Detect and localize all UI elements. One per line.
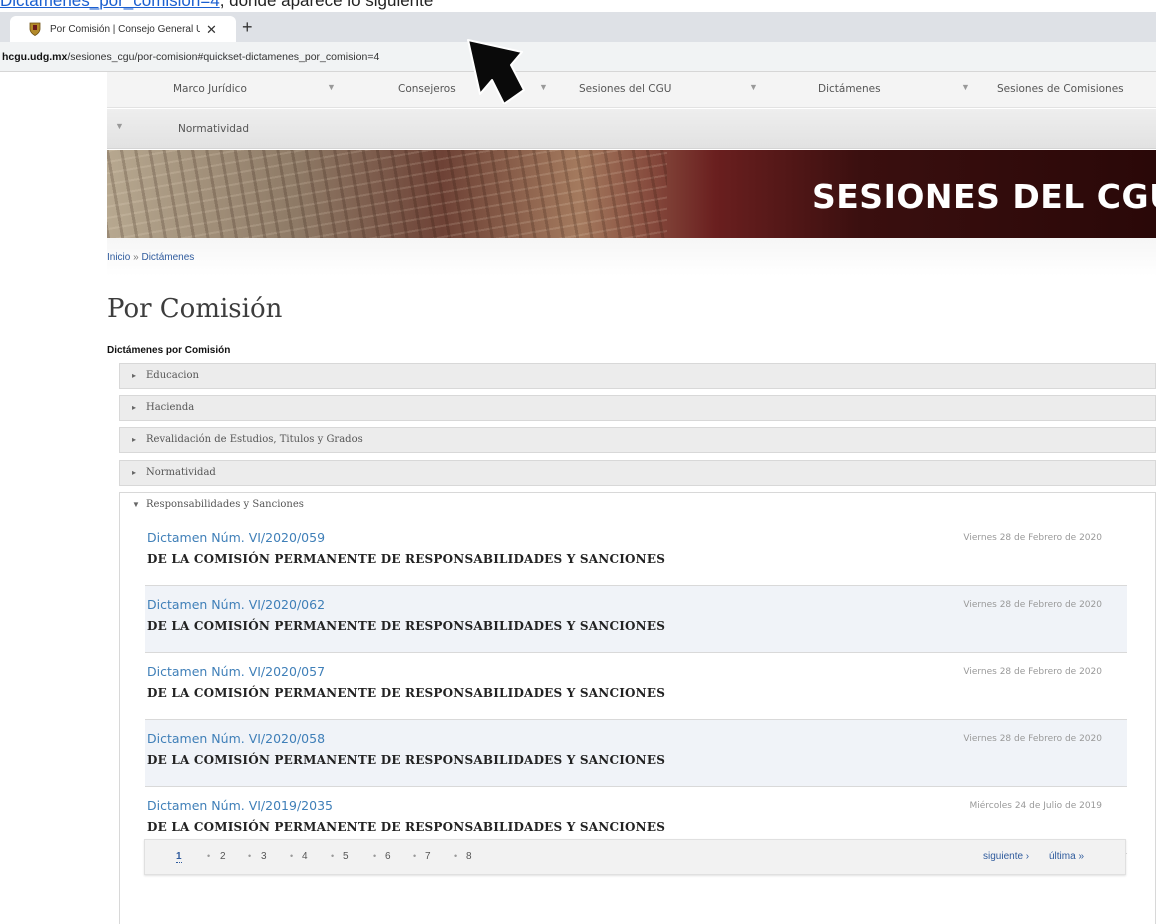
dictamen-link[interactable]: Dictamen Núm. VI/2019/2035: [147, 798, 333, 813]
url-text: hcgu.udg.mx/sesiones_cgu/por-comision#qu…: [2, 51, 379, 63]
section-label: Dictámenes por Comisión: [107, 345, 231, 356]
screenshot-root: Dictamenes_por_comision=4, donde aparece…: [0, 0, 1156, 924]
chevron-down-icon[interactable]: ▼: [115, 121, 124, 131]
tab-close-icon[interactable]: ✕: [206, 23, 217, 36]
browser-tab-bar: Por Comisión | Consejo General U ✕ +: [0, 12, 1156, 42]
banner-collage-image: [107, 150, 667, 238]
udg-shield-icon: [28, 22, 42, 36]
dictamen-subtitle: DE LA COMISIÓN PERMANENTE DE RESPONSABIL…: [147, 820, 666, 834]
chevron-down-icon[interactable]: ▼: [749, 82, 758, 92]
url-host: hcgu.udg.mx: [2, 51, 68, 63]
document-text-strip: Dictamenes_por_comision=4, donde aparece…: [0, 0, 1156, 12]
page-link-1[interactable]: 1: [176, 851, 182, 863]
accordion-item-hacienda[interactable]: ▸ Hacienda: [119, 395, 1156, 421]
accordion-label: Normatividad: [146, 467, 216, 478]
breadcrumb: Inicio » Dictámenes: [107, 238, 1156, 276]
accordion-item-responsabilidades[interactable]: ▼ Responsabilidades y Sanciones: [119, 492, 1156, 520]
pager-bullet: •: [413, 851, 417, 861]
chevron-down-icon[interactable]: ▼: [327, 82, 336, 92]
accordion-label: Educacion: [146, 370, 199, 381]
caret-right-icon: ▸: [132, 371, 137, 380]
nav-item-marco-juridico[interactable]: Marco Jurídico: [173, 83, 247, 95]
document-link[interactable]: Dictamenes_por_comision=4: [0, 0, 220, 10]
chevron-down-icon[interactable]: ▼: [961, 82, 970, 92]
secondary-nav: ▼ Normatividad: [107, 109, 1156, 149]
accordion-label: Hacienda: [146, 402, 195, 413]
dictamen-link[interactable]: Dictamen Núm. VI/2020/057: [147, 664, 325, 679]
caret-right-icon: ▸: [132, 468, 137, 477]
dictamen-link[interactable]: Dictamen Núm. VI/2020/062: [147, 597, 325, 612]
caret-right-icon: ▸: [132, 435, 137, 444]
nav-item-sesiones-cgu[interactable]: Sesiones del CGU: [579, 83, 671, 95]
nav-item-sesiones-comisiones[interactable]: Sesiones de Comisiones: [997, 83, 1124, 95]
accordion-item-revalidacion[interactable]: ▸ Revalidación de Estudios, Titulos y Gr…: [119, 427, 1156, 453]
dictamen-date: Miércoles 24 de Julio de 2019: [969, 801, 1102, 811]
dictamen-subtitle: DE LA COMISIÓN PERMANENTE DE RESPONSABIL…: [147, 552, 666, 566]
last-page-link[interactable]: última »: [1049, 851, 1084, 862]
accordion-item-educacion[interactable]: ▸ Educacion: [119, 363, 1156, 389]
pager-bullet: •: [207, 851, 211, 861]
list-item: Dictamen Núm. VI/2020/058 Viernes 28 de …: [145, 720, 1127, 787]
address-bar[interactable]: hcgu.udg.mx/sesiones_cgu/por-comision#qu…: [0, 42, 1156, 72]
breadcrumb-home-link[interactable]: Inicio: [107, 252, 130, 263]
web-page: Marco Jurídico ▼ Consejeros ▼ Sesiones d…: [107, 72, 1156, 924]
black-arrow-icon: [467, 39, 525, 104]
dictamen-subtitle: DE LA COMISIÓN PERMANENTE DE RESPONSABIL…: [147, 753, 666, 767]
dictamen-date: Viernes 28 de Febrero de 2020: [963, 734, 1102, 744]
new-tab-button[interactable]: +: [242, 18, 253, 36]
dictamen-date: Viernes 28 de Febrero de 2020: [963, 667, 1102, 677]
page-link-6[interactable]: 6: [385, 851, 391, 862]
banner-title: SESIONES DEL CGU: [812, 177, 1156, 216]
dictamen-subtitle: DE LA COMISIÓN PERMANENTE DE RESPONSABIL…: [147, 686, 666, 700]
browser-tab[interactable]: Por Comisión | Consejo General U ✕: [10, 16, 236, 42]
list-item: Dictamen Núm. VI/2020/057 Viernes 28 de …: [145, 653, 1127, 720]
url-path: /sesiones_cgu/por-comision#quickset-dict…: [67, 51, 380, 63]
header-banner: SESIONES DEL CGU: [107, 150, 1156, 238]
caret-right-icon: ▸: [132, 403, 137, 412]
breadcrumb-separator: »: [133, 252, 139, 263]
accordion-item-normatividad[interactable]: ▸ Normatividad: [119, 460, 1156, 486]
tab-title: Por Comisión | Consejo General U: [50, 23, 200, 35]
page-link-2[interactable]: 2: [220, 851, 226, 862]
accordion-label: Revalidación de Estudios, Titulos y Grad…: [146, 434, 363, 445]
breadcrumb-dictamenes-link[interactable]: Dictámenes: [141, 252, 194, 263]
list-item: Dictamen Núm. VI/2020/062 Viernes 28 de …: [145, 586, 1127, 653]
pagination: 1 • 2 • 3 • 4 • 5 • 6 • 7 • 8 siguiente …: [144, 839, 1126, 875]
dictamen-date: Viernes 28 de Febrero de 2020: [963, 600, 1102, 610]
pager-bullet: •: [248, 851, 252, 861]
page-title: Por Comisión: [107, 294, 283, 324]
pager-bullet: •: [373, 851, 377, 861]
dictamen-link[interactable]: Dictamen Núm. VI/2020/058: [147, 731, 325, 746]
accordion-label: Responsabilidades y Sanciones: [146, 499, 304, 510]
dictamen-link[interactable]: Dictamen Núm. VI/2020/059: [147, 530, 325, 545]
page-link-7[interactable]: 7: [425, 851, 431, 862]
dictamen-date: Viernes 28 de Febrero de 2020: [963, 533, 1102, 543]
pager-bullet: •: [331, 851, 335, 861]
pager-bullet: •: [454, 851, 458, 861]
nav-item-consejeros[interactable]: Consejeros: [398, 83, 456, 95]
caret-down-icon: ▼: [132, 500, 140, 509]
page-link-5[interactable]: 5: [343, 851, 349, 862]
nav-item-dictamenes[interactable]: Dictámenes: [818, 83, 881, 95]
next-page-link[interactable]: siguiente ›: [983, 851, 1029, 862]
page-link-8[interactable]: 8: [466, 851, 472, 862]
list-item: Dictamen Núm. VI/2020/059 Viernes 28 de …: [145, 519, 1127, 586]
page-link-4[interactable]: 4: [302, 851, 308, 862]
main-nav: Marco Jurídico ▼ Consejeros ▼ Sesiones d…: [107, 72, 1156, 108]
page-link-3[interactable]: 3: [261, 851, 267, 862]
dictamen-subtitle: DE LA COMISIÓN PERMANENTE DE RESPONSABIL…: [147, 619, 666, 633]
document-text: , donde aparece lo siguiente: [219, 0, 434, 10]
nav-item-normatividad[interactable]: Normatividad: [178, 123, 249, 135]
chevron-down-icon[interactable]: ▼: [539, 82, 548, 92]
pager-bullet: •: [290, 851, 294, 861]
